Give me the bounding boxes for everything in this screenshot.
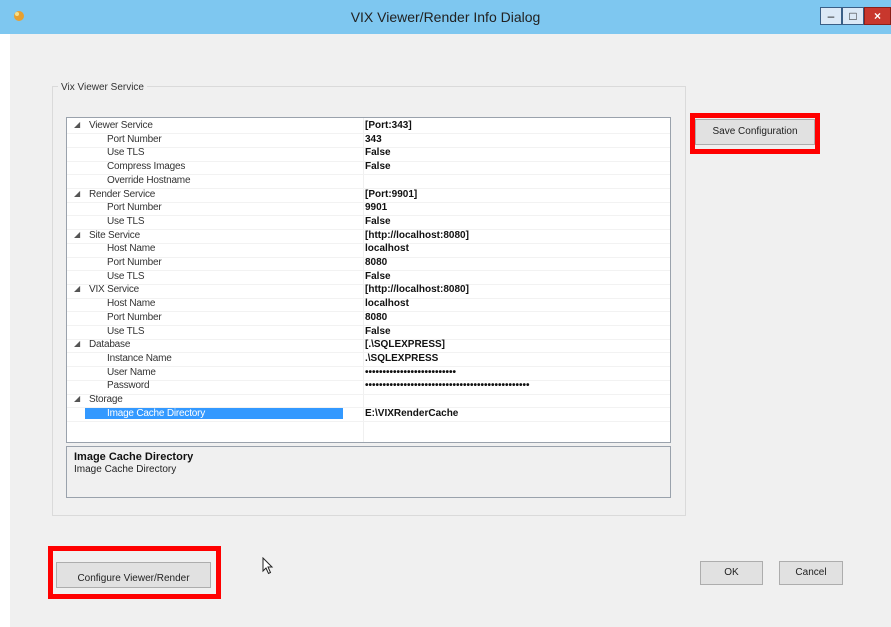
property-row[interactable]: Host Name localhost xyxy=(67,298,670,312)
close-button[interactable]: × xyxy=(864,7,891,25)
property-name: Use TLS xyxy=(107,325,145,337)
group-title: Vix Viewer Service xyxy=(58,82,147,93)
property-value[interactable]: False xyxy=(365,216,391,227)
property-name: Storage xyxy=(89,394,123,405)
property-name: Database xyxy=(89,339,131,351)
collapse-arrow-icon[interactable]: ◢ xyxy=(74,230,80,239)
property-name: Compress Images xyxy=(107,161,186,173)
property-row[interactable]: Compress Images False xyxy=(67,161,670,175)
description-text: Image Cache Directory xyxy=(74,464,177,475)
property-name: User Name xyxy=(107,366,156,378)
property-category[interactable]: ◢ Viewer Service [Port:343] xyxy=(67,120,670,134)
cancel-button[interactable]: Cancel xyxy=(779,561,843,585)
description-panel: Image Cache Directory Image Cache Direct… xyxy=(66,446,671,498)
property-name: Host Name xyxy=(107,298,156,310)
property-row[interactable]: Use TLS False xyxy=(67,216,670,230)
title-bar: VIX Viewer/Render Info Dialog – □ × xyxy=(0,0,891,34)
property-name: VIX Service xyxy=(89,284,140,296)
property-row[interactable]: Password ••••••••••••••••••••••••••••••••… xyxy=(67,380,670,394)
property-row[interactable]: Port Number 8080 xyxy=(67,257,670,271)
collapse-arrow-icon[interactable]: ◢ xyxy=(74,284,80,293)
property-row[interactable]: Image Cache Directory E:\VIXRenderCache xyxy=(67,407,670,422)
property-category[interactable]: ◢ Storage xyxy=(67,394,670,408)
property-name: Port Number xyxy=(107,257,162,268)
highlight-box-configure xyxy=(48,546,221,599)
property-category[interactable]: ◢ VIX Service [http://localhost:8080] xyxy=(67,284,670,298)
property-value[interactable]: .\SQLEXPRESS xyxy=(365,353,438,364)
property-name: Host Name xyxy=(107,243,156,255)
highlight-box-save xyxy=(690,113,820,154)
property-value[interactable]: False xyxy=(365,326,391,337)
property-value[interactable]: 8080 xyxy=(365,257,387,268)
property-name: Password xyxy=(107,380,150,392)
property-value[interactable]: [http://localhost:8080] xyxy=(365,230,469,241)
collapse-arrow-icon[interactable]: ◢ xyxy=(74,189,80,198)
property-name: Render Service xyxy=(89,188,156,200)
property-name: Port Number xyxy=(107,202,162,214)
property-row[interactable]: Port Number 343 xyxy=(67,134,670,148)
maximize-button[interactable]: □ xyxy=(842,7,864,25)
property-category[interactable]: ◢ Render Service [Port:9901] xyxy=(67,189,670,203)
property-row[interactable]: Use TLS False xyxy=(67,326,670,340)
ok-button[interactable]: OK xyxy=(700,561,763,585)
property-value[interactable]: E:\VIXRenderCache xyxy=(365,408,458,419)
property-name: Instance Name xyxy=(107,352,172,364)
property-value[interactable]: [http://localhost:8080] xyxy=(365,284,469,295)
property-value[interactable]: localhost xyxy=(365,298,409,309)
mouse-pointer-icon xyxy=(262,557,274,575)
property-value[interactable]: False xyxy=(365,161,391,172)
property-name: Use TLS xyxy=(107,215,145,227)
property-row[interactable]: Use TLS False xyxy=(67,147,670,161)
property-value[interactable]: •••••••••••••••••••••••••• xyxy=(365,367,456,378)
collapse-arrow-icon[interactable]: ◢ xyxy=(74,394,80,403)
property-row[interactable]: Port Number 8080 xyxy=(67,312,670,326)
grid-divider xyxy=(67,420,670,422)
window-title: VIX Viewer/Render Info Dialog xyxy=(350,9,541,25)
property-name: Site Service xyxy=(89,229,140,241)
collapse-arrow-icon[interactable]: ◢ xyxy=(74,120,80,129)
property-row[interactable]: Use TLS False xyxy=(67,271,670,285)
property-row[interactable]: Host Name localhost xyxy=(67,243,670,257)
property-value[interactable]: [Port:343] xyxy=(365,120,412,131)
property-name: Use TLS xyxy=(107,147,145,159)
property-name: Port Number xyxy=(107,133,162,145)
property-value[interactable]: [.\SQLEXPRESS] xyxy=(365,339,445,350)
property-value[interactable]: False xyxy=(365,147,391,158)
property-name: Use TLS xyxy=(107,270,145,282)
description-title: Image Cache Directory xyxy=(74,451,194,463)
property-value[interactable]: localhost xyxy=(365,243,409,254)
property-grid[interactable]: ◢ Viewer Service [Port:343] Port Number 343 U… xyxy=(66,117,671,443)
property-category[interactable]: ◢ Site Service [http://localhost:8080] xyxy=(67,230,670,244)
property-value[interactable]: False xyxy=(365,271,391,282)
property-row[interactable]: Instance Name .\SQLEXPRESS xyxy=(67,353,670,367)
property-value[interactable]: 8080 xyxy=(365,312,387,323)
property-value[interactable]: [Port:9901] xyxy=(365,189,417,200)
property-name: Viewer Service xyxy=(89,120,153,131)
minimize-button[interactable]: – xyxy=(820,7,842,25)
property-name: Override Hostname xyxy=(107,174,191,186)
property-row[interactable]: Override Hostname xyxy=(67,175,670,189)
property-name: Port Number xyxy=(107,311,162,323)
property-row[interactable]: Port Number 9901 xyxy=(67,202,670,216)
property-value[interactable]: 343 xyxy=(365,134,382,145)
property-value[interactable]: 9901 xyxy=(365,202,387,213)
property-category[interactable]: ◢ Database [.\SQLEXPRESS] xyxy=(67,339,670,353)
property-row[interactable]: User Name •••••••••••••••••••••••••• xyxy=(67,367,670,381)
property-name: Image Cache Directory xyxy=(85,407,343,419)
property-value[interactable]: ••••••••••••••••••••••••••••••••••••••••… xyxy=(365,380,530,391)
collapse-arrow-icon[interactable]: ◢ xyxy=(74,339,80,348)
